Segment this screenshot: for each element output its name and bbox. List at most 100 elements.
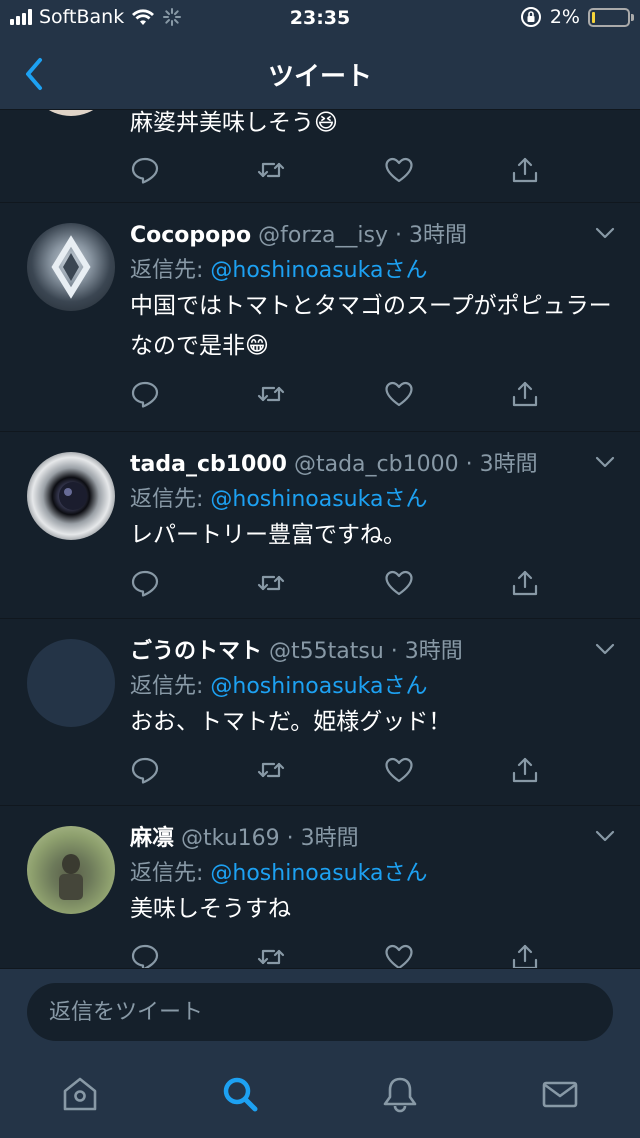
heart-icon	[385, 381, 413, 407]
heart-icon	[385, 944, 413, 968]
reply-icon	[131, 757, 159, 784]
tweet-body: 麻凛 @tku169 · 3時間 返信先: @hoshinoasukaさん 美味…	[130, 820, 620, 929]
retweet-icon	[257, 575, 285, 591]
display-name[interactable]: ごうのトマト	[130, 639, 262, 664]
tweet-menu-button[interactable]	[595, 828, 615, 842]
battery-icon	[588, 7, 634, 27]
tweet-actions	[130, 755, 550, 791]
reply-prefix: 返信先:	[130, 861, 211, 886]
chevron-down-icon	[595, 456, 615, 468]
retweet-action[interactable]	[256, 568, 286, 598]
share-action[interactable]	[510, 755, 540, 785]
reply-to-link[interactable]: @hoshinoasukaさん	[210, 487, 427, 512]
share-icon	[512, 757, 538, 783]
tweet-item-partial[interactable]: 麻婆丼美味しそう😆	[0, 110, 640, 203]
reply-action[interactable]	[130, 568, 160, 598]
tab-messages[interactable]	[540, 1074, 580, 1114]
tweet-time: 3時間	[409, 223, 467, 248]
user-handle[interactable]: @forza__isy	[258, 223, 388, 248]
like-action[interactable]	[384, 568, 414, 598]
avatar[interactable]	[27, 223, 115, 311]
tweet-menu-button[interactable]	[595, 225, 615, 239]
retweet-action[interactable]	[256, 379, 286, 409]
share-icon	[512, 157, 538, 183]
reply-to-link[interactable]: @hoshinoasukaさん	[210, 674, 427, 699]
avatar[interactable]	[27, 639, 115, 727]
like-action[interactable]	[384, 379, 414, 409]
orientation-lock-icon	[520, 7, 541, 27]
reply-action[interactable]	[130, 942, 160, 968]
tweet-body: Cocopopo @forza__isy · 3時間 返信先: @hoshino…	[130, 217, 620, 366]
battery-level-fill	[592, 11, 595, 23]
reply-action[interactable]	[130, 755, 160, 785]
user-handle[interactable]: @t55tatsu	[269, 639, 384, 664]
retweet-icon	[257, 762, 285, 778]
reply-icon	[131, 157, 159, 184]
display-name[interactable]: 麻凛	[130, 826, 174, 851]
user-handle[interactable]: @tada_cb1000	[294, 452, 459, 477]
tab-bar	[0, 1048, 640, 1138]
notifications-icon	[383, 1077, 417, 1113]
tweet-menu-button[interactable]	[595, 641, 615, 655]
retweet-action[interactable]	[256, 755, 286, 785]
display-name[interactable]: tada_cb1000	[130, 452, 287, 477]
home-icon	[63, 1077, 97, 1111]
tweet-actions	[130, 942, 550, 968]
like-action[interactable]	[384, 942, 414, 968]
replies-feed[interactable]: 麻婆丼美味しそう😆 Cocopopo @forza__isy · 3時間 返信先…	[0, 110, 640, 968]
avatar[interactable]	[27, 110, 115, 116]
tweet-item[interactable]: ごうのトマト @t55tatsu · 3時間 返信先: @hoshinoasuk…	[0, 619, 640, 806]
reply-to-link[interactable]: @hoshinoasukaさん	[210, 258, 427, 283]
tweet-actions	[130, 379, 550, 415]
avatar[interactable]	[27, 826, 115, 914]
tweet-text: 麻婆丼美味しそう😆	[130, 110, 338, 136]
share-action[interactable]	[510, 942, 540, 968]
reply-to-link[interactable]: @hoshinoasukaさん	[210, 861, 427, 886]
share-action[interactable]	[510, 155, 540, 185]
chevron-down-icon	[595, 830, 615, 842]
tweet-text: おお、トマトだ。姫様グッド！	[130, 709, 452, 735]
tab-home[interactable]	[60, 1074, 100, 1114]
share-action[interactable]	[510, 568, 540, 598]
camera-lens-icon	[59, 482, 87, 510]
tweet-item[interactable]: 麻凛 @tku169 · 3時間 返信先: @hoshinoasukaさん 美味…	[0, 806, 640, 968]
tweet-body: ごうのトマト @t55tatsu · 3時間 返信先: @hoshinoasuk…	[130, 633, 620, 742]
share-action[interactable]	[510, 379, 540, 409]
reply-input[interactable]	[27, 983, 613, 1041]
retweet-action[interactable]	[256, 155, 286, 185]
tab-search[interactable]	[220, 1074, 260, 1114]
reply-context: 返信先: @hoshinoasukaさん	[130, 481, 620, 515]
navigation-bar: ツイート	[0, 38, 640, 110]
separator-dot: ·	[458, 452, 480, 477]
heart-icon	[385, 570, 413, 596]
separator-dot: ·	[383, 639, 405, 664]
separator-dot: ·	[388, 223, 409, 248]
tweet-text: レパートリー豊富ですね。	[130, 522, 406, 548]
tab-notifications[interactable]	[380, 1074, 420, 1114]
statue-photo-icon	[59, 854, 83, 900]
reply-context: 返信先: @hoshinoasukaさん	[130, 668, 620, 702]
tweet-item[interactable]: Cocopopo @forza__isy · 3時間 返信先: @hoshino…	[0, 203, 640, 432]
tweet-time: 3時間	[479, 452, 538, 477]
like-action[interactable]	[384, 155, 414, 185]
like-action[interactable]	[384, 755, 414, 785]
reply-composer	[0, 968, 640, 1048]
reply-action[interactable]	[130, 379, 160, 409]
user-handle[interactable]: @tku169	[181, 826, 280, 851]
reply-icon	[131, 570, 159, 597]
chevron-down-icon	[595, 227, 615, 239]
tweet-body: tada_cb1000 @tada_cb1000 · 3時間 返信先: @hos…	[130, 446, 620, 555]
share-icon	[512, 570, 538, 596]
avatar[interactable]	[27, 452, 115, 540]
reply-context: 返信先: @hoshinoasukaさん	[130, 252, 620, 286]
tweet-time: 3時間	[404, 639, 463, 664]
display-name[interactable]: Cocopopo	[130, 223, 251, 248]
retweet-action[interactable]	[256, 942, 286, 968]
tweet-menu-button[interactable]	[595, 454, 615, 468]
reply-action[interactable]	[130, 155, 160, 185]
reply-prefix: 返信先:	[130, 487, 211, 512]
heart-icon	[385, 157, 413, 183]
retweet-icon	[257, 949, 285, 965]
share-icon	[512, 381, 538, 407]
tweet-item[interactable]: tada_cb1000 @tada_cb1000 · 3時間 返信先: @hos…	[0, 432, 640, 619]
